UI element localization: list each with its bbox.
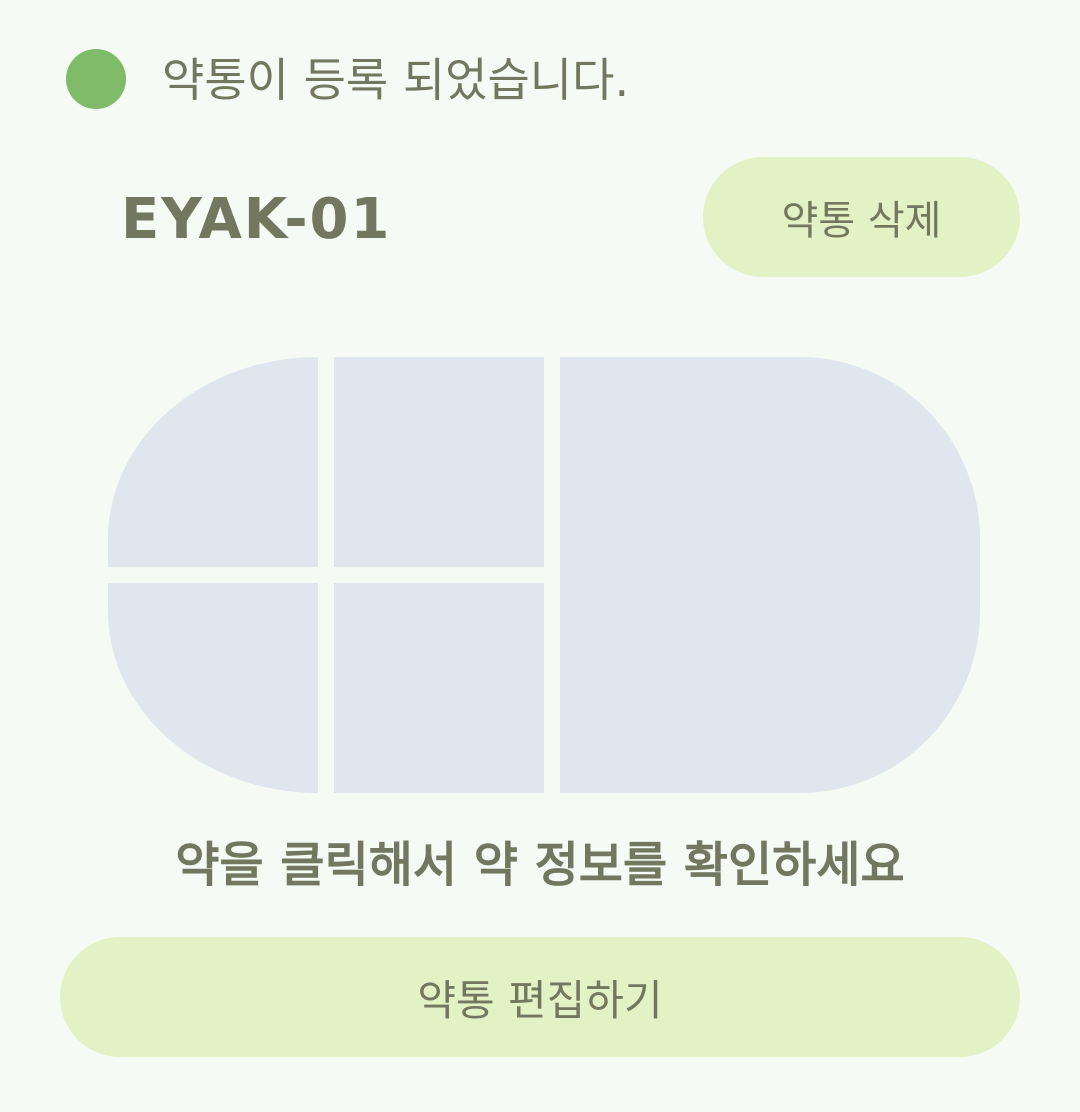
delete-pillbox-button[interactable]: 약통 삭제 (703, 157, 1020, 277)
compartment-bottom-middle[interactable] (334, 583, 544, 793)
status-message: 약통이 등록 되었습니다. (162, 53, 630, 107)
instruction-text: 약을 클릭해서 약 정보를 확인하세요 (175, 837, 905, 893)
compartment-top-middle[interactable] (334, 357, 544, 567)
edit-pillbox-button[interactable]: 약통 편집하기 (60, 937, 1020, 1057)
compartment-right[interactable] (560, 357, 980, 793)
compartment-top-left[interactable] (108, 357, 318, 567)
device-id-label: EYAK-01 (121, 187, 392, 252)
compartment-bottom-left[interactable] (108, 583, 318, 793)
status-dot-icon (66, 49, 126, 109)
